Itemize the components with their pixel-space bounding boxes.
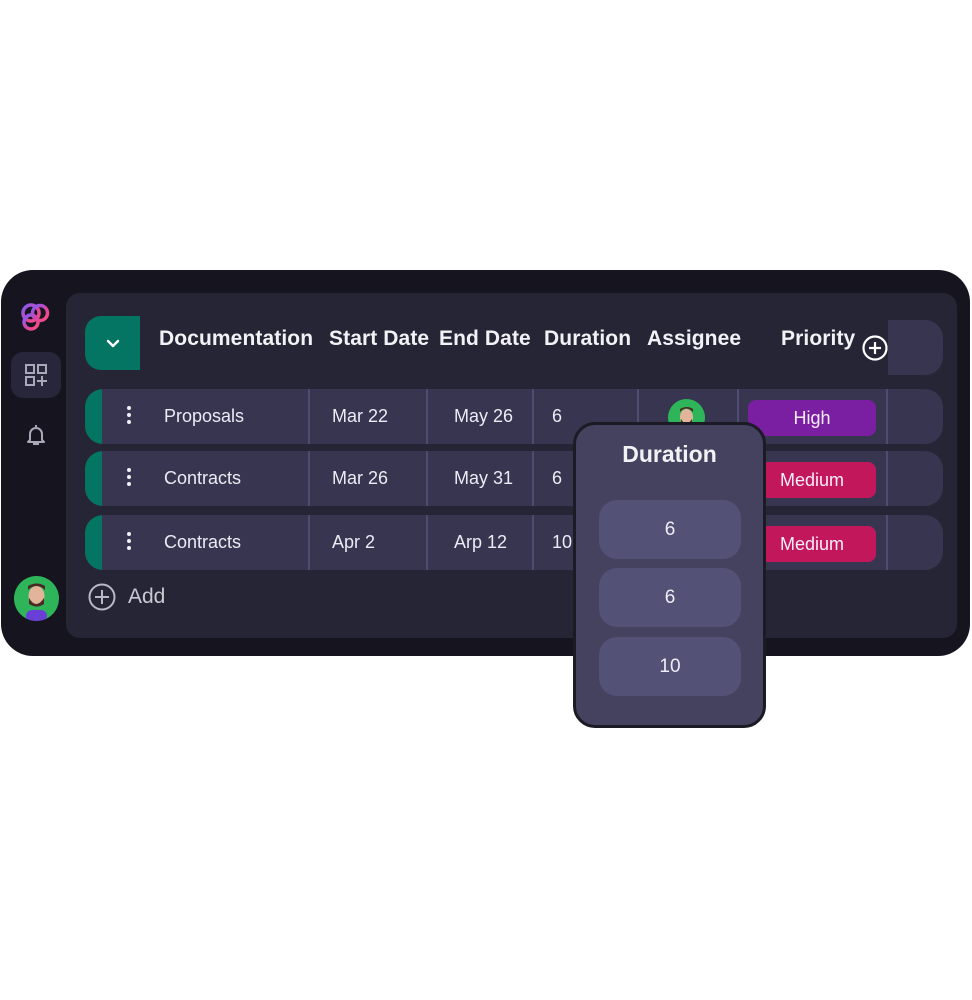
- duration-option[interactable]: 6: [599, 500, 741, 559]
- chevron-down-icon: [106, 339, 119, 347]
- cell-documentation[interactable]: Contracts: [164, 515, 241, 570]
- priority-badge[interactable]: Medium: [748, 462, 876, 498]
- row-accent: [85, 515, 102, 570]
- plus-circle-icon: [88, 583, 116, 611]
- row-menu-icon[interactable]: [125, 406, 133, 428]
- table-row[interactable]: Contracts Apr 2 Arp 12 10 Medium: [85, 515, 943, 570]
- brand-logo-icon: [21, 303, 50, 331]
- group-collapse-button[interactable]: [85, 316, 140, 370]
- row-menu-icon[interactable]: [125, 468, 133, 490]
- cell-end-date[interactable]: May 26: [454, 389, 513, 444]
- sidebar-item-notifications[interactable]: [11, 412, 61, 458]
- popup-title: Duration: [622, 441, 717, 467]
- sidebar: [1, 270, 67, 656]
- cell-end-date[interactable]: Arp 12: [454, 515, 507, 570]
- cell-duration[interactable]: 10: [552, 515, 572, 570]
- cell-start-date[interactable]: Mar 26: [332, 451, 388, 506]
- row-menu-icon[interactable]: [125, 532, 133, 554]
- cell-start-date[interactable]: Mar 22: [332, 389, 388, 444]
- duration-option[interactable]: 10: [599, 637, 741, 696]
- row-accent: [85, 389, 102, 444]
- column-header-start-date[interactable]: Start Date: [329, 327, 429, 351]
- user-avatar-icon: [26, 583, 47, 621]
- duration-popup: Duration 6 6 10: [573, 422, 766, 728]
- cell-documentation[interactable]: Contracts: [164, 451, 241, 506]
- user-avatar[interactable]: [14, 576, 59, 621]
- sidebar-item-add-widget[interactable]: [11, 352, 61, 398]
- column-header-priority[interactable]: Priority: [781, 327, 855, 351]
- column-header-duration[interactable]: Duration: [544, 327, 631, 351]
- cell-duration[interactable]: 6: [552, 451, 562, 506]
- table-row[interactable]: Contracts Mar 26 May 31 6 Medium: [85, 451, 943, 506]
- cell-start-date[interactable]: Apr 2: [332, 515, 375, 570]
- cell-duration[interactable]: 6: [552, 389, 562, 444]
- column-header-assignee[interactable]: Assignee: [647, 327, 741, 351]
- header-end-cap: [888, 320, 943, 375]
- add-column-button[interactable]: [862, 335, 888, 361]
- duration-option[interactable]: 6: [599, 568, 741, 627]
- add-row-button[interactable]: Add: [88, 583, 165, 611]
- row-accent: [85, 451, 102, 506]
- column-header-documentation[interactable]: Documentation: [159, 327, 313, 351]
- bell-icon: [27, 425, 45, 445]
- table-panel: Documentation Start Date End Date Durati…: [66, 293, 957, 638]
- priority-badge[interactable]: Medium: [748, 526, 876, 562]
- app-window: Documentation Start Date End Date Durati…: [1, 270, 970, 656]
- cell-end-date[interactable]: May 31: [454, 451, 513, 506]
- table-row[interactable]: Proposals Mar 22 May 26 6 High: [85, 389, 943, 444]
- add-widget-icon: [25, 364, 47, 386]
- column-header-end-date[interactable]: End Date: [439, 327, 531, 351]
- priority-badge[interactable]: High: [748, 400, 876, 436]
- add-row-label: Add: [128, 585, 166, 608]
- cell-documentation[interactable]: Proposals: [164, 389, 244, 444]
